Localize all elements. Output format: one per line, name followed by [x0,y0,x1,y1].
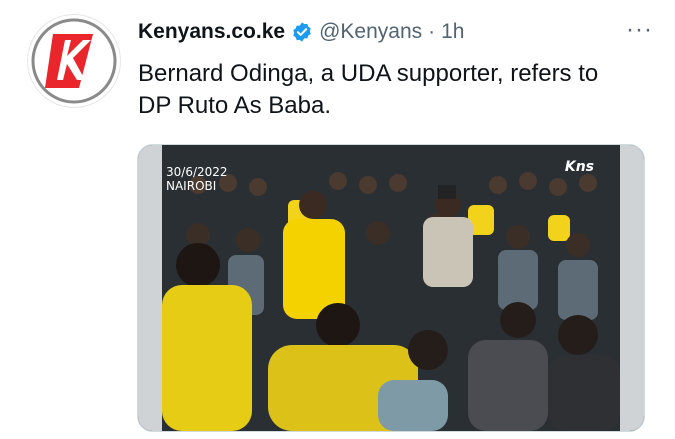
video-location-overlay: NAIROBI [166,179,217,193]
tweet-text: Bernard Odinga, a UDA supporter, refers … [138,60,599,119]
tweet-media-video[interactable]: 30/6/2022 NAIROBI Kns [137,144,645,432]
avatar[interactable] [27,14,121,108]
display-name[interactable]: Kenyans.co.ke [138,18,285,46]
video-logo-overlay: Kns [564,159,594,175]
verified-badge-icon [291,21,313,43]
video-date-overlay: 30/6/2022 [166,165,228,179]
tweet-header: Kenyans.co.ke @Kenyans · 1h [138,18,655,46]
user-handle[interactable]: @Kenyans [319,18,422,46]
more-options-icon[interactable]: ··· [626,18,653,42]
kenyans-logo-icon [31,18,117,104]
separator-dot: · [428,20,436,43]
timestamp[interactable]: 1h [441,18,464,46]
